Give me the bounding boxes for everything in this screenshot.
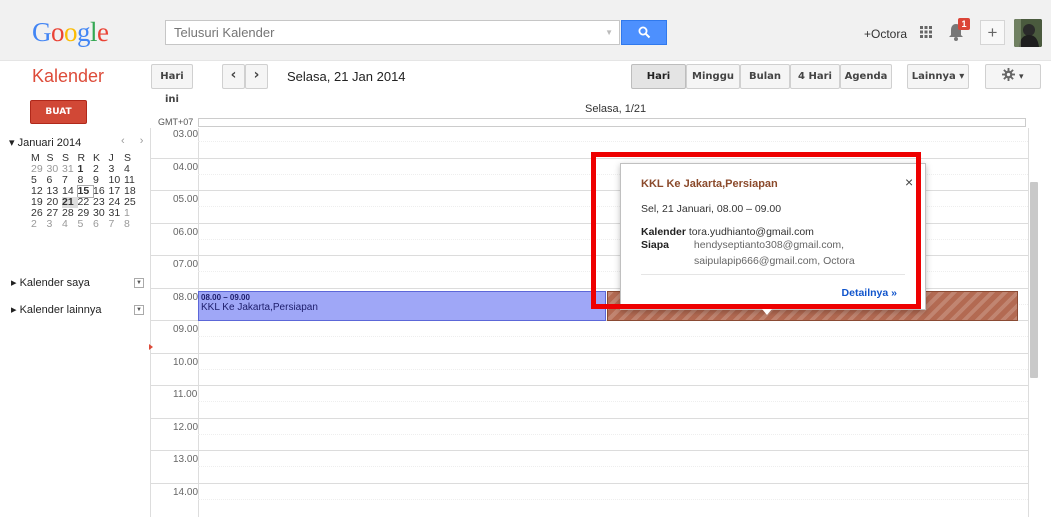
mini-calendar: M S S R K J S 29 30 31 1 2 3 4 5 6 7 8 9 10 11 12 13 14 15 16 17 18… xyxy=(31,153,140,230)
gear-icon xyxy=(1002,68,1016,81)
day-column-header[interactable]: Selasa, 1/21 xyxy=(585,103,646,115)
mini-calendar-day[interactable]: 6 xyxy=(93,219,109,230)
search-options-caret-icon[interactable]: ▼ xyxy=(605,28,613,37)
hour-label: 04.00 xyxy=(173,161,199,173)
annotation-highlight-box xyxy=(591,152,921,309)
half-hour-line xyxy=(198,498,1028,500)
hour-label: 09.00 xyxy=(173,324,199,335)
hour-label: 12.00 xyxy=(173,421,199,433)
event-title: KKL Ke Jakarta,Persiapan xyxy=(201,302,318,313)
mini-calendar-day[interactable]: 5 xyxy=(78,219,94,230)
mini-calendar-day[interactable]: 7 xyxy=(109,219,125,230)
share-button[interactable]: + xyxy=(980,20,1005,45)
half-hour-line xyxy=(198,466,1028,467)
popup-pointer xyxy=(762,309,772,315)
vertical-scrollbar[interactable] xyxy=(1030,182,1038,378)
top-bar: Google ▼ +Octora 1 + xyxy=(0,0,1051,61)
all-day-row[interactable] xyxy=(198,118,1026,127)
other-calendars-toggle[interactable]: ▸ Kalender lainnya xyxy=(11,303,102,316)
hour-row[interactable]: 09.00 xyxy=(151,320,1028,352)
hour-label: 13.00 xyxy=(173,454,199,465)
current-time-marker xyxy=(149,344,153,350)
logo-letter: G xyxy=(32,17,52,47)
search-input[interactable] xyxy=(166,21,612,44)
mini-calendar-day[interactable]: 2 xyxy=(31,219,47,230)
more-views-button[interactable]: Lainnya ▾ xyxy=(907,64,969,89)
view-week-button[interactable]: Minggu xyxy=(686,64,740,89)
half-hour-line xyxy=(198,368,1028,370)
notification-count-badge[interactable]: 1 xyxy=(958,18,970,30)
half-hour-line xyxy=(198,401,1028,402)
view-agenda-button[interactable]: Agenda xyxy=(840,64,892,89)
apps-grid-icon[interactable] xyxy=(920,26,932,38)
current-date-range: Selasa, 21 Jan 2014 xyxy=(287,69,406,84)
hour-label: 07.00 xyxy=(173,259,199,270)
hour-label: 08.00 xyxy=(173,291,199,303)
hour-label: 05.00 xyxy=(173,194,199,205)
event-time: 08.00 – 09.00 xyxy=(201,293,250,302)
logo-letter: l xyxy=(90,17,98,47)
google-logo[interactable]: Google xyxy=(32,17,109,47)
my-calendars-menu-icon[interactable]: ▼ xyxy=(134,278,144,288)
hour-row[interactable]: 14.00 xyxy=(151,482,1028,515)
hour-row[interactable]: 12.00 xyxy=(151,417,1028,450)
logo-letter: o xyxy=(64,17,78,47)
half-hour-line xyxy=(198,433,1028,435)
mini-calendar-day[interactable]: 3 xyxy=(47,219,63,230)
mini-calendar-day[interactable]: 4 xyxy=(62,219,78,230)
search-box[interactable]: ▼ xyxy=(165,20,620,45)
user-profile-link[interactable]: +Octora xyxy=(864,27,907,41)
view-4days-button[interactable]: 4 Hari xyxy=(790,64,840,89)
hour-label: 14.00 xyxy=(173,486,199,498)
next-day-button[interactable]: › xyxy=(245,64,268,89)
logo-letter: e xyxy=(97,17,109,47)
mini-calendar-day[interactable]: 8 xyxy=(124,219,140,230)
hour-row[interactable]: 11.00 xyxy=(151,385,1028,417)
mini-calendar-week: 2345678 xyxy=(31,219,140,230)
half-hour-line xyxy=(198,141,1028,142)
timezone-label: GMT+07 xyxy=(158,117,194,127)
logo-letter: g xyxy=(77,17,91,47)
search-icon xyxy=(638,26,650,39)
settings-button[interactable]: ▾ xyxy=(985,64,1041,89)
half-hour-line xyxy=(198,336,1028,337)
hour-label: 06.00 xyxy=(173,226,199,238)
hour-row[interactable]: 13.00 xyxy=(151,450,1028,482)
my-calendars-toggle[interactable]: ▸ Kalender saya xyxy=(11,276,90,289)
calendar-event[interactable]: 08.00 – 09.00 KKL Ke Jakarta,Persiapan xyxy=(198,291,606,321)
prev-day-button[interactable]: ‹ xyxy=(222,64,245,89)
search-button[interactable] xyxy=(621,20,667,45)
settings-caret: ▾ xyxy=(1018,72,1024,82)
logo-letter: o xyxy=(51,17,65,47)
hour-label: 10.00 xyxy=(173,356,199,368)
mini-calendar-nav[interactable]: ‹ › xyxy=(121,135,149,147)
today-button[interactable]: Hari ini xyxy=(151,64,193,105)
hour-label: 03.00 xyxy=(173,129,199,140)
mini-calendar-month[interactable]: ▾ Januari 2014 xyxy=(9,136,81,149)
other-calendars-menu-icon[interactable]: ▼ xyxy=(134,305,144,315)
app-title[interactable]: Kalender xyxy=(32,66,104,87)
create-event-button[interactable]: BUAT xyxy=(30,100,87,124)
avatar[interactable] xyxy=(1014,19,1042,47)
view-day-button[interactable]: Hari xyxy=(631,64,686,89)
hour-row[interactable]: 10.00 xyxy=(151,352,1028,385)
hour-label: 11.00 xyxy=(173,389,198,400)
view-month-button[interactable]: Bulan xyxy=(740,64,790,89)
